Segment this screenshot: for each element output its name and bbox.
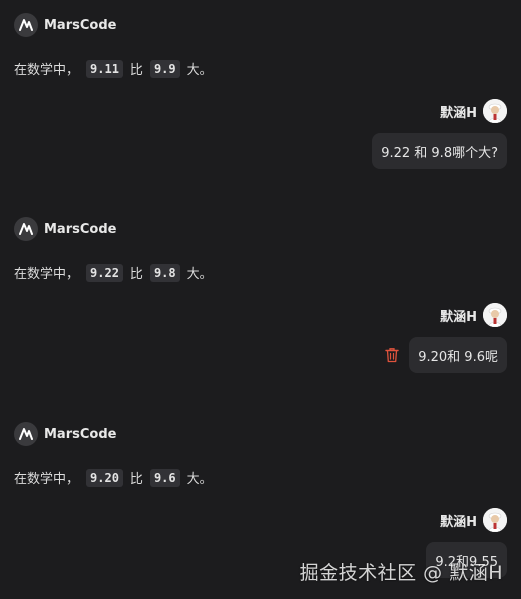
inline-code: 9.8 — [149, 263, 180, 282]
user-header: 默涵H — [440, 507, 507, 533]
message-text: 比 — [129, 267, 143, 282]
bot-message: 在数学中， 9.22 比 9.8 大。 — [14, 263, 213, 282]
message-text: 在数学中， — [14, 267, 80, 282]
bot-header: MarsCode — [14, 13, 116, 37]
bot-name: MarsCode — [44, 221, 117, 237]
user-avatar[interactable] — [483, 303, 507, 327]
watermark: 掘金技术社区 @ 默涵H — [299, 562, 503, 584]
trash-icon[interactable] — [385, 347, 399, 363]
message-text: 在数学中， — [14, 472, 80, 487]
user-name: 默涵H — [440, 105, 477, 121]
message-text: 比 — [129, 472, 143, 487]
bot-message: 在数学中， 9.11 比 9.9 大。 — [14, 59, 213, 78]
user-message-bubble: 9.20和 9.6呢 — [409, 337, 507, 373]
chat-thread: MarsCode 在数学中， 9.11 比 9.9 大。 默涵H 9.22 和 … — [0, 0, 521, 599]
bot-name: MarsCode — [44, 17, 117, 33]
user-name: 默涵H — [440, 309, 477, 325]
message-text: 比 — [129, 63, 143, 78]
inline-code: 9.22 — [86, 263, 123, 282]
marscode-logo-icon — [14, 217, 38, 241]
bot-header: MarsCode — [14, 422, 116, 446]
message-text: 在数学中， — [14, 63, 80, 78]
message-text: 大。 — [186, 267, 213, 282]
marscode-logo-icon — [14, 13, 38, 37]
message-text: 大。 — [186, 63, 213, 78]
user-message-bubble: 9.22 和 9.8哪个大? — [372, 133, 507, 169]
user-header: 默涵H — [440, 302, 507, 328]
marscode-logo-icon — [14, 422, 38, 446]
inline-code: 9.11 — [86, 59, 123, 78]
user-header: 默涵H — [440, 98, 507, 124]
inline-code: 9.20 — [86, 468, 123, 487]
bot-name: MarsCode — [44, 426, 117, 442]
user-avatar[interactable] — [483, 99, 507, 123]
inline-code: 9.6 — [149, 468, 180, 487]
bot-message: 在数学中， 9.20 比 9.6 大。 — [14, 468, 213, 487]
inline-code: 9.9 — [149, 59, 180, 78]
bot-header: MarsCode — [14, 217, 116, 241]
user-name: 默涵H — [440, 514, 477, 530]
message-text: 大。 — [186, 472, 213, 487]
user-avatar[interactable] — [483, 508, 507, 532]
